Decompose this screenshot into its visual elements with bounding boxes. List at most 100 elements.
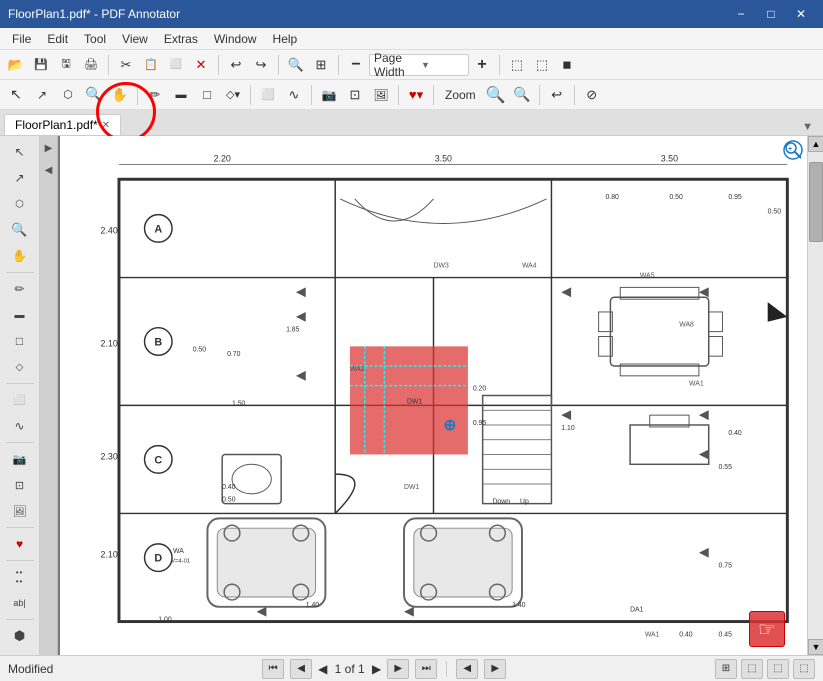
save-button[interactable]: 💾 — [29, 53, 53, 77]
at-btn1[interactable]: ▶ — [42, 138, 56, 158]
lp-zoom[interactable]: 🔍 — [5, 218, 35, 242]
minimize-button[interactable]: − — [727, 3, 755, 25]
print-button[interactable]: 🖨 — [79, 53, 103, 77]
lp-select[interactable]: ↖ — [5, 140, 35, 164]
view-double-button[interactable]: ⬚ — [530, 53, 554, 77]
open-button[interactable]: 📂 — [4, 53, 28, 77]
menu-tool[interactable]: Tool — [76, 30, 114, 48]
lasso-tool[interactable]: ∿ — [282, 83, 306, 107]
lp-tool1[interactable]: ↗ — [5, 166, 35, 190]
save2-button[interactable]: 🖫 — [54, 53, 78, 77]
undo2-button[interactable]: ↩ — [545, 83, 569, 107]
camera-tool[interactable]: 📷 — [317, 83, 341, 107]
highlight-tool[interactable]: ▬ — [169, 83, 193, 107]
lp-stamp2[interactable]: ⬢ — [5, 624, 35, 648]
delete-button[interactable]: ✕ — [189, 53, 213, 77]
view-mode2-button[interactable]: ⬚ — [741, 659, 763, 679]
rect-tool[interactable]: □ — [195, 83, 219, 107]
zoom-minus-button[interactable]: − — [344, 53, 368, 77]
lp-heart[interactable]: ♥ — [5, 532, 35, 556]
scroll-thumb[interactable] — [809, 162, 823, 242]
svg-text:V=4-01: V=4-01 — [171, 559, 190, 565]
copy-button[interactable]: 📋 — [139, 53, 163, 77]
page-width-dropdown[interactable]: Page Width ▼ — [369, 54, 469, 76]
view-single-button[interactable]: ⬚ — [505, 53, 529, 77]
lp-sep2 — [6, 383, 34, 384]
paste-button[interactable]: ⬜ — [164, 53, 188, 77]
menu-extras[interactable]: Extras — [156, 30, 206, 48]
view-mode3-button[interactable]: ⬚ — [767, 659, 789, 679]
redo-button[interactable]: ↪ — [249, 53, 273, 77]
lp-rect[interactable]: □ — [5, 329, 35, 353]
lp-dots[interactable]: •••• — [5, 565, 35, 589]
scroll-up-button[interactable]: ▲ — [808, 136, 823, 152]
lp-eraser[interactable]: ⬜ — [5, 388, 35, 412]
pen-tool[interactable]: ✏ — [143, 83, 167, 107]
heart-tool[interactable]: ♥▾ — [404, 83, 428, 107]
zoom-in-tool[interactable]: 🔍 — [82, 83, 106, 107]
svg-text:WA2: WA2 — [350, 366, 365, 373]
view-mode4-button[interactable]: ⬚ — [793, 659, 815, 679]
lp-shape[interactable]: ◇ — [5, 355, 35, 379]
image-tool[interactable]: 🖼 — [369, 83, 393, 107]
crop-tool[interactable]: ⊡ — [343, 83, 367, 107]
separator1 — [108, 55, 109, 75]
lp-text[interactable]: ab| — [5, 591, 35, 615]
menu-window[interactable]: Window — [206, 30, 265, 48]
lp-camera[interactable]: 📷 — [5, 447, 35, 471]
svg-text:WA4: WA4 — [522, 263, 537, 270]
page-prev-btn[interactable]: ◀ — [318, 662, 327, 676]
grid-button[interactable]: ⊞ — [309, 53, 333, 77]
svg-text:0.40: 0.40 — [222, 484, 236, 491]
lp-tool2[interactable]: ⬡ — [5, 192, 35, 216]
svg-text:0.50: 0.50 — [193, 346, 207, 353]
scroll-track[interactable] — [808, 152, 823, 639]
scroll-down-button[interactable]: ▼ — [808, 639, 823, 655]
tab-floorplan[interactable]: FloorPlan1.pdf* ✕ — [4, 114, 121, 135]
svg-text:1.00: 1.00 — [158, 617, 172, 624]
scrollbar-right: ▲ ▼ — [807, 136, 823, 655]
hand-tool[interactable]: ✋ — [108, 83, 132, 107]
menu-edit[interactable]: Edit — [39, 30, 76, 48]
menu-file[interactable]: File — [4, 30, 39, 48]
lp-lasso[interactable]: ∿ — [5, 414, 35, 438]
nav-next-button[interactable]: ▶ — [387, 659, 409, 679]
menu-help[interactable]: Help — [265, 30, 306, 48]
svg-text:DW1: DW1 — [407, 398, 422, 405]
nav-prev-button[interactable]: ◀ — [290, 659, 312, 679]
nav-first-button[interactable]: ⏮ — [262, 659, 284, 679]
maximize-button[interactable]: □ — [757, 3, 785, 25]
view-full-button[interactable]: ◼ — [555, 53, 579, 77]
at-btn2[interactable]: ◀ — [42, 160, 56, 180]
red-hand-button[interactable]: ☞ — [749, 611, 785, 647]
menu-view[interactable]: View — [114, 30, 156, 48]
undo-button[interactable]: ↩ — [224, 53, 248, 77]
tab-close-icon[interactable]: ✕ — [102, 120, 110, 131]
nav-last-button[interactable]: ⏭ — [415, 659, 437, 679]
select-tool[interactable]: ↗ — [30, 83, 54, 107]
eraser2-tool[interactable]: ⊘ — [580, 83, 604, 107]
pointer-tool[interactable]: ↖ — [4, 83, 28, 107]
lp-pen[interactable]: ✏ — [5, 277, 35, 301]
zoom-plus-button[interactable]: + — [470, 53, 494, 77]
svg-text:2.10: 2.10 — [101, 338, 118, 348]
lp-tool3[interactable]: ▬ — [5, 303, 35, 327]
zoom-in2-tool[interactable]: 🔍 — [484, 83, 508, 107]
lp-crop[interactable]: ⊡ — [5, 473, 35, 497]
search-button[interactable]: 🔍 — [284, 53, 308, 77]
shape-tool[interactable]: ◇▾ — [221, 83, 245, 107]
lp-image[interactable]: 🖼 — [5, 499, 35, 523]
lp-hand[interactable]: ✋ — [5, 244, 35, 268]
tab-arrow[interactable]: ▼ — [796, 119, 819, 135]
stamp-tool[interactable]: ⬡ — [56, 83, 80, 107]
zoom-indicator[interactable]: + — [783, 140, 803, 160]
separator-t2-3 — [311, 85, 312, 105]
close-button[interactable]: ✕ — [787, 3, 815, 25]
eraser-tool[interactable]: ⬜ — [256, 83, 280, 107]
page-next-btn[interactable]: ▶ — [372, 662, 381, 676]
zoom-out-tool[interactable]: 🔍 — [510, 83, 534, 107]
cut-button[interactable]: ✂ — [114, 53, 138, 77]
view-mode1-button[interactable]: ⊞ — [715, 659, 737, 679]
nav-back-button[interactable]: ◀ — [456, 659, 478, 679]
nav-forward-button[interactable]: ▶ — [484, 659, 506, 679]
